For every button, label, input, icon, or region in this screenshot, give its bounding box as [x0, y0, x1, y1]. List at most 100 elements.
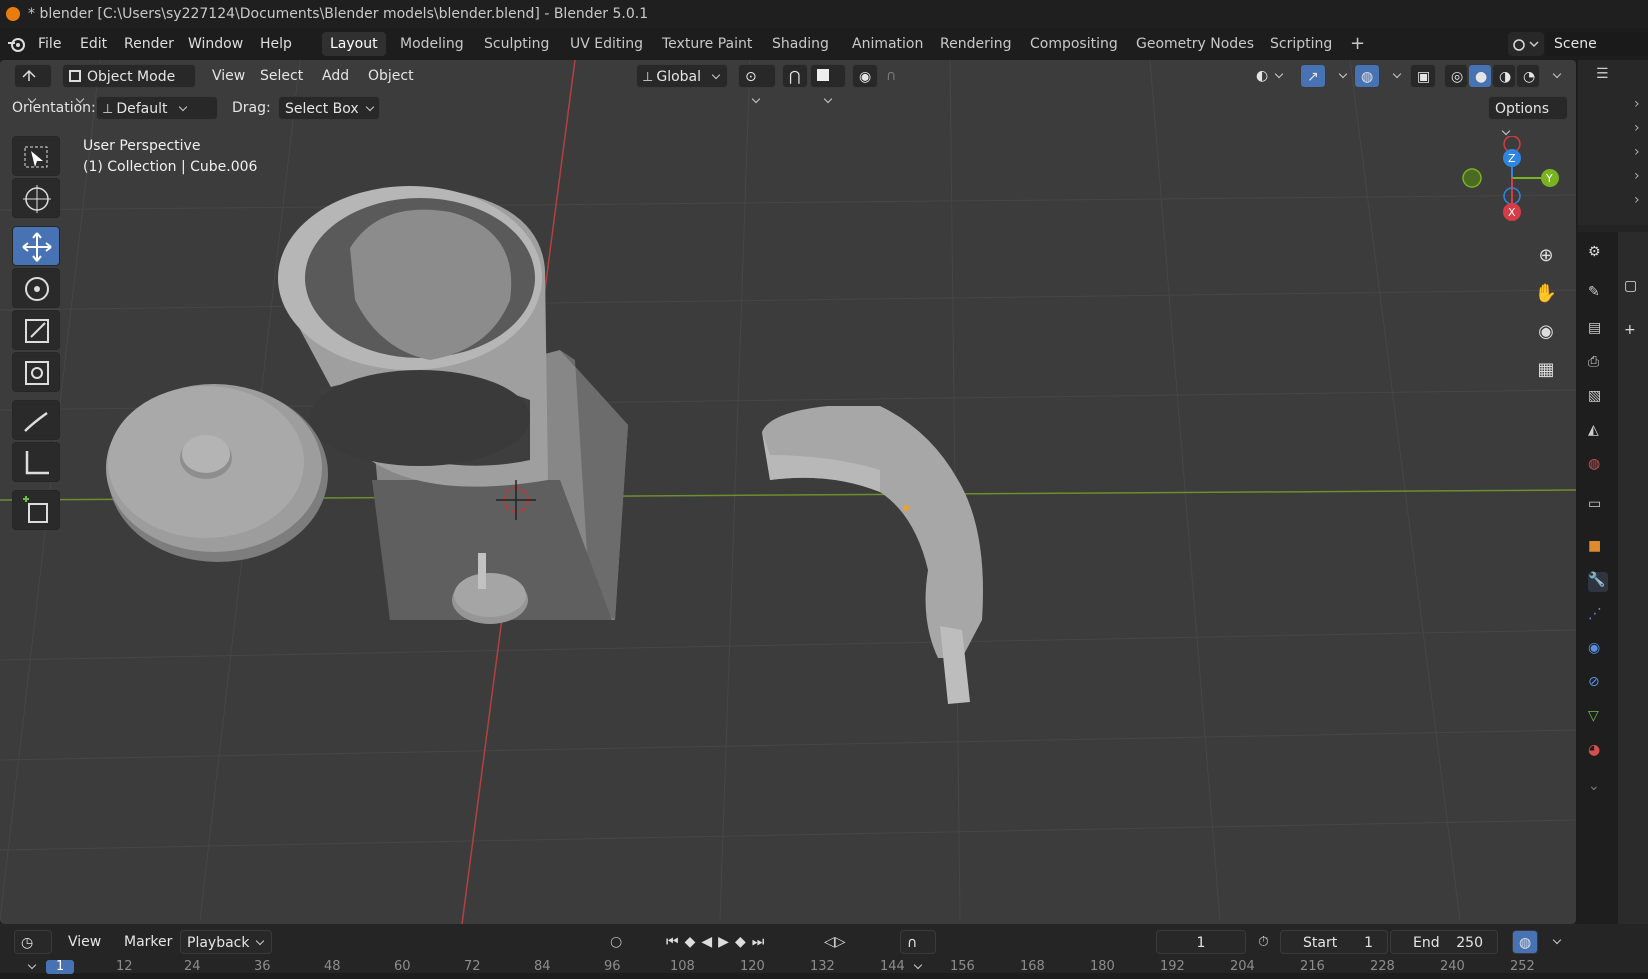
play-icon[interactable]: ▶ — [718, 934, 735, 950]
outliner-panel[interactable]: ☰ › › › › › — [1578, 60, 1648, 225]
tab-modeling[interactable]: Modeling — [392, 32, 472, 56]
tab-sculpting[interactable]: Sculpting — [476, 32, 557, 56]
scale-tool[interactable] — [12, 310, 60, 350]
object-properties-icon[interactable]: ■ — [1588, 538, 1608, 558]
outliner-expand-icon[interactable]: › — [1634, 192, 1640, 208]
add-workspace-button[interactable]: + — [1342, 32, 1373, 56]
tab-shading[interactable]: Shading — [764, 32, 837, 56]
timeline-overlays-toggle[interactable]: ◍ — [1512, 930, 1538, 954]
physics-properties-icon[interactable]: ◉ — [1588, 640, 1608, 660]
jump-end-icon[interactable]: ⏭ — [752, 934, 771, 950]
overlays-dropdown[interactable] — [1380, 64, 1402, 88]
menu-window[interactable]: Window — [180, 32, 251, 56]
add-modifier-icon[interactable]: + — [1624, 322, 1636, 338]
tab-compositing[interactable]: Compositing — [1022, 32, 1126, 56]
drag-dropdown[interactable]: Select Box — [278, 96, 380, 120]
outliner-expand-icon[interactable]: › — [1634, 144, 1640, 160]
lid-object[interactable] — [106, 384, 328, 562]
constraint-properties-icon[interactable]: ⊘ — [1588, 674, 1608, 694]
properties-editor-icon[interactable]: ⚙ — [1588, 244, 1608, 264]
shading-rendered[interactable]: ◔ — [1516, 64, 1540, 88]
tab-geometry-nodes[interactable]: Geometry Nodes — [1128, 32, 1262, 56]
zoom-icon[interactable]: ⊕ — [1530, 240, 1562, 272]
world-properties-icon[interactable]: ◍ — [1588, 456, 1608, 476]
transform-orientation-dropdown[interactable]: ⟂ Global — [636, 64, 728, 88]
playback-dropdown[interactable]: Playback — [180, 930, 272, 954]
render-properties-icon[interactable]: ▤ — [1588, 320, 1608, 340]
outliner-expand-icon[interactable]: › — [1634, 168, 1640, 184]
menu-render[interactable]: Render — [116, 32, 182, 56]
visibility-button[interactable]: ◐ — [1250, 64, 1290, 88]
gizmo-toggle[interactable]: ↗ — [1300, 64, 1326, 88]
blender-menu-icon[interactable] — [6, 34, 28, 54]
material-properties-icon[interactable]: ◕ — [1588, 742, 1608, 762]
editor-type-button[interactable] — [14, 64, 52, 88]
add-cube-tool[interactable] — [12, 490, 60, 530]
handle-object[interactable] — [762, 406, 983, 704]
viewport-menu-object[interactable]: Object — [362, 64, 420, 88]
gizmo-dropdown[interactable] — [1326, 64, 1348, 88]
tab-texture-paint[interactable]: Texture Paint — [654, 32, 760, 56]
end-frame-field[interactable]: End 250 — [1390, 930, 1498, 954]
proportional-edit-toggle[interactable]: ◉ — [852, 64, 878, 88]
tab-rendering[interactable]: Rendering — [932, 32, 1020, 56]
next-keyframe-icon[interactable]: ◆ — [735, 934, 752, 950]
auto-keying-icon[interactable]: ○ — [604, 930, 628, 954]
start-frame-field[interactable]: Start 1 — [1280, 930, 1388, 954]
overlays-toggle[interactable]: ◍ — [1354, 64, 1380, 88]
menu-help[interactable]: Help — [252, 32, 300, 56]
snap-target-button[interactable] — [810, 64, 846, 88]
output-properties-icon[interactable]: ⎙ — [1588, 354, 1608, 374]
data-properties-icon[interactable]: ▽ — [1588, 708, 1608, 728]
neg-y-handle[interactable] — [1462, 168, 1482, 188]
orientation-dropdown[interactable]: ⟂ Default — [96, 96, 218, 120]
timeline-editor-type[interactable]: ◷ — [14, 930, 52, 954]
menu-edit[interactable]: Edit — [72, 32, 115, 56]
tool-properties-icon[interactable]: ✎ — [1588, 284, 1608, 304]
xray-toggle[interactable]: ▣ — [1410, 64, 1436, 88]
navigation-gizmo[interactable]: Z Y X — [1450, 136, 1560, 226]
options-dropdown[interactable]: Options — [1488, 96, 1568, 120]
stopwatch-icon[interactable]: ⏱ — [1252, 930, 1275, 954]
snap-toggle[interactable]: ⋂ — [782, 64, 808, 88]
timeline-menu-marker[interactable]: Marker — [118, 930, 178, 954]
timeline-overlays-dropdown[interactable] — [1540, 930, 1562, 954]
collection-properties-icon[interactable]: ▭ — [1588, 496, 1608, 516]
outliner-expand-icon[interactable]: › — [1634, 96, 1640, 112]
perspective-grid-icon[interactable]: ▦ — [1530, 354, 1562, 386]
camera-view-icon[interactable]: ◉ — [1530, 316, 1562, 348]
select-box-tool[interactable] — [12, 136, 60, 176]
rotate-tool[interactable] — [12, 268, 60, 308]
viewport-menu-view[interactable]: View — [206, 64, 251, 88]
tab-animation[interactable]: Animation — [844, 32, 931, 56]
blender-body-object[interactable] — [278, 186, 628, 624]
prev-keyframe-icon[interactable]: ◆ — [685, 934, 702, 950]
measure-tool[interactable] — [12, 442, 60, 482]
tabs-scroll-down-icon[interactable]: ⌄ — [1588, 778, 1608, 798]
falloff-button[interactable]: ∩ — [880, 64, 916, 88]
menu-file[interactable]: File — [30, 32, 69, 56]
cursor-tool[interactable] — [12, 178, 60, 218]
annotate-tool[interactable] — [12, 400, 60, 440]
shading-solid[interactable]: ● — [1468, 64, 1492, 88]
view-layer-icon[interactable]: ▧ — [1588, 388, 1608, 408]
shading-dropdown[interactable] — [1540, 64, 1562, 88]
tab-layout[interactable]: Layout — [322, 32, 386, 56]
pan-hand-icon[interactable]: ✋ — [1530, 278, 1562, 310]
current-frame-field[interactable]: 1 — [1156, 930, 1246, 954]
scene-name-field[interactable]: Scene — [1546, 32, 1648, 56]
tab-scripting[interactable]: Scripting — [1262, 32, 1340, 56]
outliner-expand-icon[interactable]: › — [1634, 120, 1640, 136]
shading-wireframe[interactable]: ◎ — [1444, 64, 1468, 88]
scene-selector-button[interactable] — [1508, 32, 1544, 56]
viewport-menu-select[interactable]: Select — [254, 64, 309, 88]
jump-start-icon[interactable]: ⏮ — [666, 934, 685, 950]
shading-material[interactable]: ◑ — [1492, 64, 1516, 88]
play-reverse-icon[interactable]: ◀ — [701, 934, 718, 950]
prev-next-frame-icon[interactable]: ◁▷ — [818, 930, 852, 954]
3d-viewport[interactable]: Object Mode View Select Add Object ⟂ Glob… — [0, 60, 1576, 924]
timeline-menu-view[interactable]: View — [62, 930, 107, 954]
keying-dropdown[interactable]: ∩ — [900, 930, 936, 954]
modifier-properties-icon[interactable]: 🔧 — [1588, 572, 1608, 592]
scene-properties-icon[interactable]: ◭ — [1588, 422, 1608, 442]
